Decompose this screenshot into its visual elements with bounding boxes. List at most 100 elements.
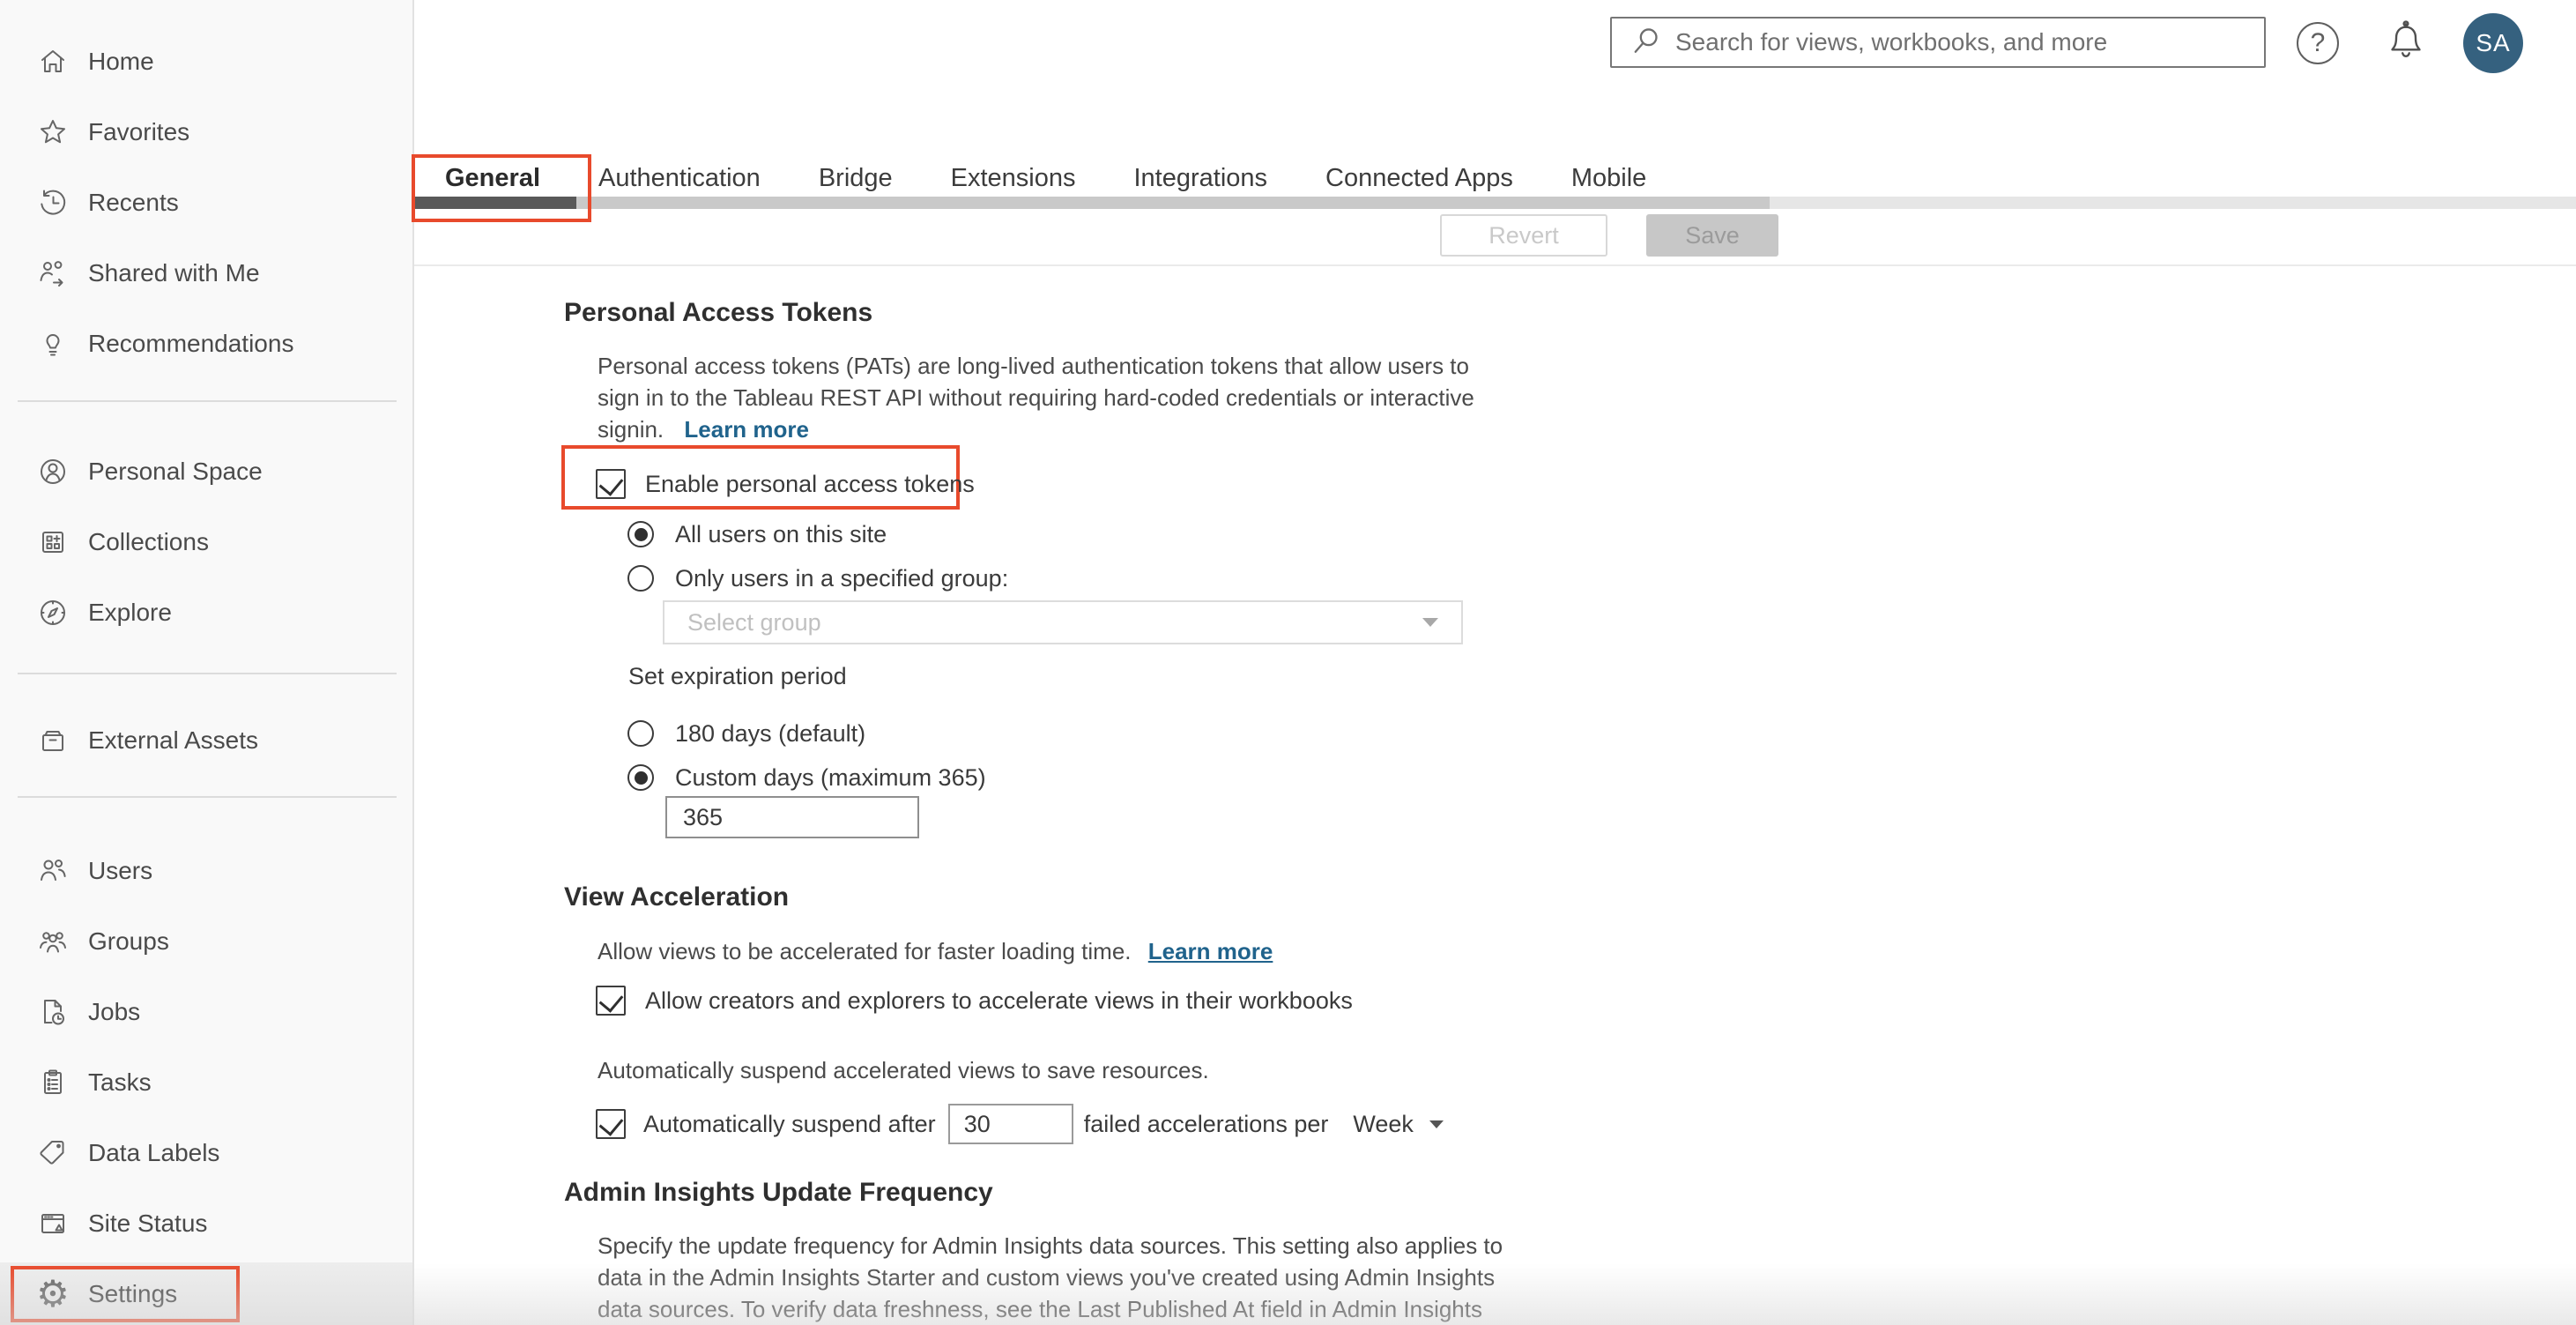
view-accel-learn-more-link[interactable]: Learn more — [1148, 938, 1273, 964]
auto-suspend-row: Automatically suspend after failed accel… — [596, 1104, 1444, 1144]
expiration-period-label: Set expiration period — [628, 663, 847, 689]
sidebar-item-label: Site Status — [88, 1210, 208, 1237]
sidebar-item-tasks[interactable]: Tasks — [0, 1047, 412, 1118]
sidebar-item-home[interactable]: Home — [0, 26, 412, 97]
sidebar-item-collections[interactable]: Collections — [0, 507, 412, 577]
sidebar-item-label: Data Labels — [88, 1139, 220, 1166]
sidebar-item-explore[interactable]: Explore — [0, 577, 412, 648]
custom-days-radio[interactable] — [627, 764, 654, 791]
specified-group-radio-row: Only users in a specified group: — [627, 565, 1008, 592]
sidebar-item-label: Tasks — [88, 1068, 152, 1096]
sidebar-item-label: Users — [88, 857, 153, 884]
tab-authentication[interactable]: Authentication — [598, 164, 761, 193]
allow-accel-checkbox[interactable] — [596, 986, 626, 1016]
pat-description-line: sign in to the Tableau REST API without … — [598, 384, 1474, 411]
admin-insights-description-line: data sources. To verify data freshness, … — [598, 1296, 1482, 1322]
collections-grid-icon — [35, 525, 71, 560]
view-accel-description: Allow views to be accelerated for faster… — [598, 938, 1273, 965]
person-circle-icon — [35, 454, 71, 489]
custom-days-radio-row: Custom days (maximum 365) — [627, 764, 986, 791]
tab-scrollbar-thumb[interactable] — [576, 197, 1770, 209]
site-status-window-icon — [35, 1206, 71, 1241]
specified-group-radio[interactable] — [627, 565, 654, 592]
sidebar-item-data-labels[interactable]: Data Labels — [0, 1118, 412, 1188]
sidebar-item-recommendations[interactable]: Recommendations — [0, 309, 412, 379]
view-accel-description-text: Allow views to be accelerated for faster… — [598, 938, 1132, 964]
groups-icon — [35, 924, 71, 959]
lightbulb-icon — [35, 326, 71, 361]
sidebar-item-label: Settings — [88, 1279, 178, 1307]
pat-description-tail: signin. — [598, 416, 664, 443]
shared-with-me-icon — [35, 256, 71, 291]
sidebar-item-settings[interactable]: ⚙ Settings — [0, 1262, 412, 1325]
sidebar-item-jobs[interactable]: Jobs — [0, 977, 412, 1047]
save-button[interactable]: Save — [1646, 214, 1778, 257]
avatar[interactable]: SA — [2463, 13, 2523, 73]
sidebar-item-groups[interactable]: Groups — [0, 906, 412, 977]
tab-mobile[interactable]: Mobile — [1571, 164, 1646, 193]
sidebar-item-shared-with-me[interactable]: Shared with Me — [0, 238, 412, 309]
sidebar-item-label: Shared with Me — [88, 259, 260, 287]
sidebar-divider — [18, 400, 397, 402]
sidebar-divider — [18, 796, 397, 798]
all-users-label: All users on this site — [675, 520, 887, 547]
section-title-view-acceleration: View Acceleration — [564, 882, 790, 912]
auto-suspend-checkbox[interactable] — [596, 1109, 626, 1139]
external-assets-box-icon — [35, 723, 71, 758]
revert-button[interactable]: Revert — [1440, 214, 1607, 257]
sidebar-item-label: External Assets — [88, 726, 258, 754]
allow-accel-label: Allow creators and explorers to accelera… — [645, 986, 1353, 1014]
suspend-count-input[interactable] — [947, 1104, 1073, 1144]
days-180-radio-row: 180 days (default) — [627, 720, 865, 747]
tasks-clipboard-icon — [35, 1065, 71, 1100]
sidebar-item-external-assets[interactable]: External Assets — [0, 705, 412, 776]
sidebar-item-label: Home — [88, 48, 154, 75]
sidebar-item-label: Groups — [88, 927, 169, 955]
sidebar-item-label: Recents — [88, 189, 179, 216]
select-group-dropdown[interactable]: Select group — [663, 600, 1463, 644]
app-window: Home Favorites Recents Shared with Me Re — [0, 0, 2576, 1325]
sidebar-item-recents[interactable]: Recents — [0, 167, 412, 238]
custom-days-label: Custom days (maximum 365) — [675, 763, 986, 791]
help-icon[interactable]: ? — [2297, 22, 2339, 64]
enable-pat-label: Enable personal access tokens — [645, 470, 975, 497]
auto-suspend-suffix: failed accelerations per — [1083, 1110, 1329, 1137]
sidebar-item-favorites[interactable]: Favorites — [0, 97, 412, 167]
tab-integrations[interactable]: Integrations — [1134, 164, 1268, 193]
select-group-placeholder: Select group — [687, 608, 821, 636]
sidebar-item-site-status[interactable]: Site Status — [0, 1188, 412, 1259]
all-users-radio[interactable] — [627, 521, 654, 547]
allow-accel-row: Allow creators and explorers to accelera… — [596, 986, 1353, 1016]
days-180-radio[interactable] — [627, 720, 654, 747]
specified-group-label: Only users in a specified group: — [675, 564, 1009, 592]
sidebar-item-users[interactable]: Users — [0, 836, 412, 906]
sidebar: Home Favorites Recents Shared with Me Re — [0, 0, 414, 1325]
days-180-label: 180 days (default) — [675, 719, 866, 747]
sidebar-item-personal-space[interactable]: Personal Space — [0, 436, 412, 507]
section-title-personal-access-tokens: Personal Access Tokens — [564, 298, 873, 327]
sidebar-item-label: Collections — [88, 528, 209, 555]
enable-pat-checkbox[interactable] — [596, 469, 626, 499]
custom-days-input[interactable] — [665, 796, 919, 838]
chevron-down-icon — [1429, 1120, 1444, 1128]
suspend-period-dropdown[interactable]: Week — [1353, 1111, 1444, 1138]
suspend-description: Automatically suspend accelerated views … — [598, 1057, 1209, 1083]
pat-learn-more-link[interactable]: Learn more — [684, 416, 809, 443]
tag-icon — [35, 1135, 71, 1171]
auto-suspend-prefix: Automatically suspend after — [643, 1110, 936, 1137]
search-input[interactable] — [1675, 28, 2264, 56]
tab-bridge[interactable]: Bridge — [819, 164, 893, 193]
sidebar-item-label: Explore — [88, 599, 172, 626]
gear-icon: ⚙ — [36, 1272, 70, 1314]
search-icon — [1631, 26, 1661, 60]
admin-insights-description-line: Specify the update frequency for Admin I… — [598, 1232, 1503, 1259]
tab-general[interactable]: General — [445, 164, 540, 193]
settings-tab-bar: General Authentication Bridge Extensions… — [445, 164, 1646, 193]
tab-connected-apps[interactable]: Connected Apps — [1325, 164, 1513, 193]
chevron-down-icon — [1422, 618, 1438, 627]
section-title-admin-insights: Admin Insights Update Frequency — [564, 1178, 993, 1207]
jobs-document-clock-icon — [35, 994, 71, 1030]
all-users-radio-row: All users on this site — [627, 521, 887, 547]
notifications-bell-icon[interactable] — [2383, 19, 2429, 68]
tab-extensions[interactable]: Extensions — [951, 164, 1076, 193]
